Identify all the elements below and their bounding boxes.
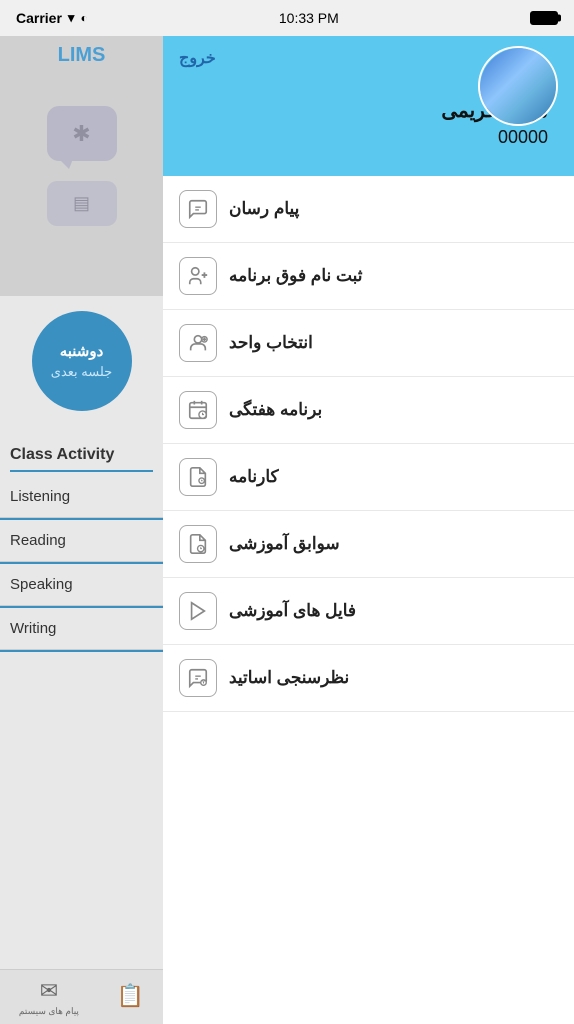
bubble-2: ▤ [47,181,117,226]
sidebar: LIMS ✱ ▤ دوشنبه جلسه بعدی Class Activity… [0,36,163,1024]
menu-item-report-card[interactable]: کارنامه [163,444,574,511]
mail-icon: ✉ [40,978,58,1004]
tab-messages[interactable]: ✉ پیام های سیستم [19,978,79,1017]
messenger-icon [179,190,217,228]
class-activity-section: Class Activity [0,436,163,476]
register-icon [179,257,217,295]
status-bar: Carrier ▾ ◐ 10:33 PM [0,0,574,36]
menu-text-report-card: کارنامه [229,467,279,487]
sidebar-item-listening[interactable]: Listening [0,476,163,518]
history-icon [179,525,217,563]
star-icon: ✱ [72,121,90,147]
sidebar-illustration: ✱ ▤ [0,36,163,296]
circle-label: جلسه بعدی [51,364,112,380]
logout-button[interactable]: خروج [179,48,216,68]
menu-text-messenger: پیام رسان [229,199,299,219]
menu-text-survey: نظرسنجی اساتید [229,668,349,688]
menu-text-history: سوابق آموزشی [229,534,340,554]
files-icon [179,592,217,630]
battery-icon [530,11,558,25]
report-card-icon [179,458,217,496]
divider-writing [0,650,163,652]
tab-messages-label: پیام های سیستم [19,1006,79,1017]
sidebar-item-writing[interactable]: Writing [0,608,163,650]
profile-header: خروج مهدیه کریمی 00000 [163,36,574,176]
signal-bars: ◐ [80,11,87,25]
battery-info [530,11,558,25]
content-panel: خروج مهدیه کریمی 00000 پیام رسان ثبت نام… [163,36,574,1024]
menu-item-survey[interactable]: نظرسنجی اساتید [163,645,574,712]
carrier-info: Carrier ▾ ◐ [16,10,88,26]
select-unit-icon [179,324,217,362]
menu-text-register: ثبت نام فوق برنامه [229,266,363,286]
carrier-text: Carrier [16,10,62,26]
menu-item-register[interactable]: ثبت نام فوق برنامه [163,243,574,310]
avatar [478,46,558,126]
profile-id: 00000 [179,127,558,148]
sidebar-bottom-tabs: ✉ پیام های سیستم 📋 [0,969,163,1024]
bubble-1: ✱ [47,106,117,161]
menu-item-weekly[interactable]: برنامه هفتگی [163,377,574,444]
class-activity-divider [10,470,153,472]
circle-section: دوشنبه جلسه بعدی [0,296,163,426]
sidebar-item-reading[interactable]: Reading [0,520,163,562]
menu-item-select-unit[interactable]: انتخاب واحد [163,310,574,377]
survey-icon [179,659,217,697]
menu-text-weekly: برنامه هفتگی [229,400,322,420]
menu-item-files[interactable]: فایل های آموزشی [163,578,574,645]
list-icon: 📋 [117,983,144,1009]
menu-text-files: فایل های آموزشی [229,601,356,621]
message-icon: ▤ [73,193,90,214]
menu-list: پیام رسان ثبت نام فوق برنامه انتخاب واحد [163,176,574,1024]
menu-item-history[interactable]: سوابق آموزشی [163,511,574,578]
menu-item-messenger[interactable]: پیام رسان [163,176,574,243]
wifi-icon: ▾ [68,10,75,26]
circle-day: دوشنبه [60,342,104,360]
app-name[interactable]: LIMS [58,44,106,67]
weekly-icon [179,391,217,429]
main-layout: LIMS ✱ ▤ دوشنبه جلسه بعدی Class Activity… [0,36,574,1024]
time-display: 10:33 PM [279,10,339,26]
sidebar-item-speaking[interactable]: Speaking [0,564,163,606]
tab-list[interactable]: 📋 [117,983,144,1011]
class-activity-title: Class Activity [10,446,153,464]
menu-text-select-unit: انتخاب واحد [229,333,313,353]
next-session-circle[interactable]: دوشنبه جلسه بعدی [32,311,132,411]
